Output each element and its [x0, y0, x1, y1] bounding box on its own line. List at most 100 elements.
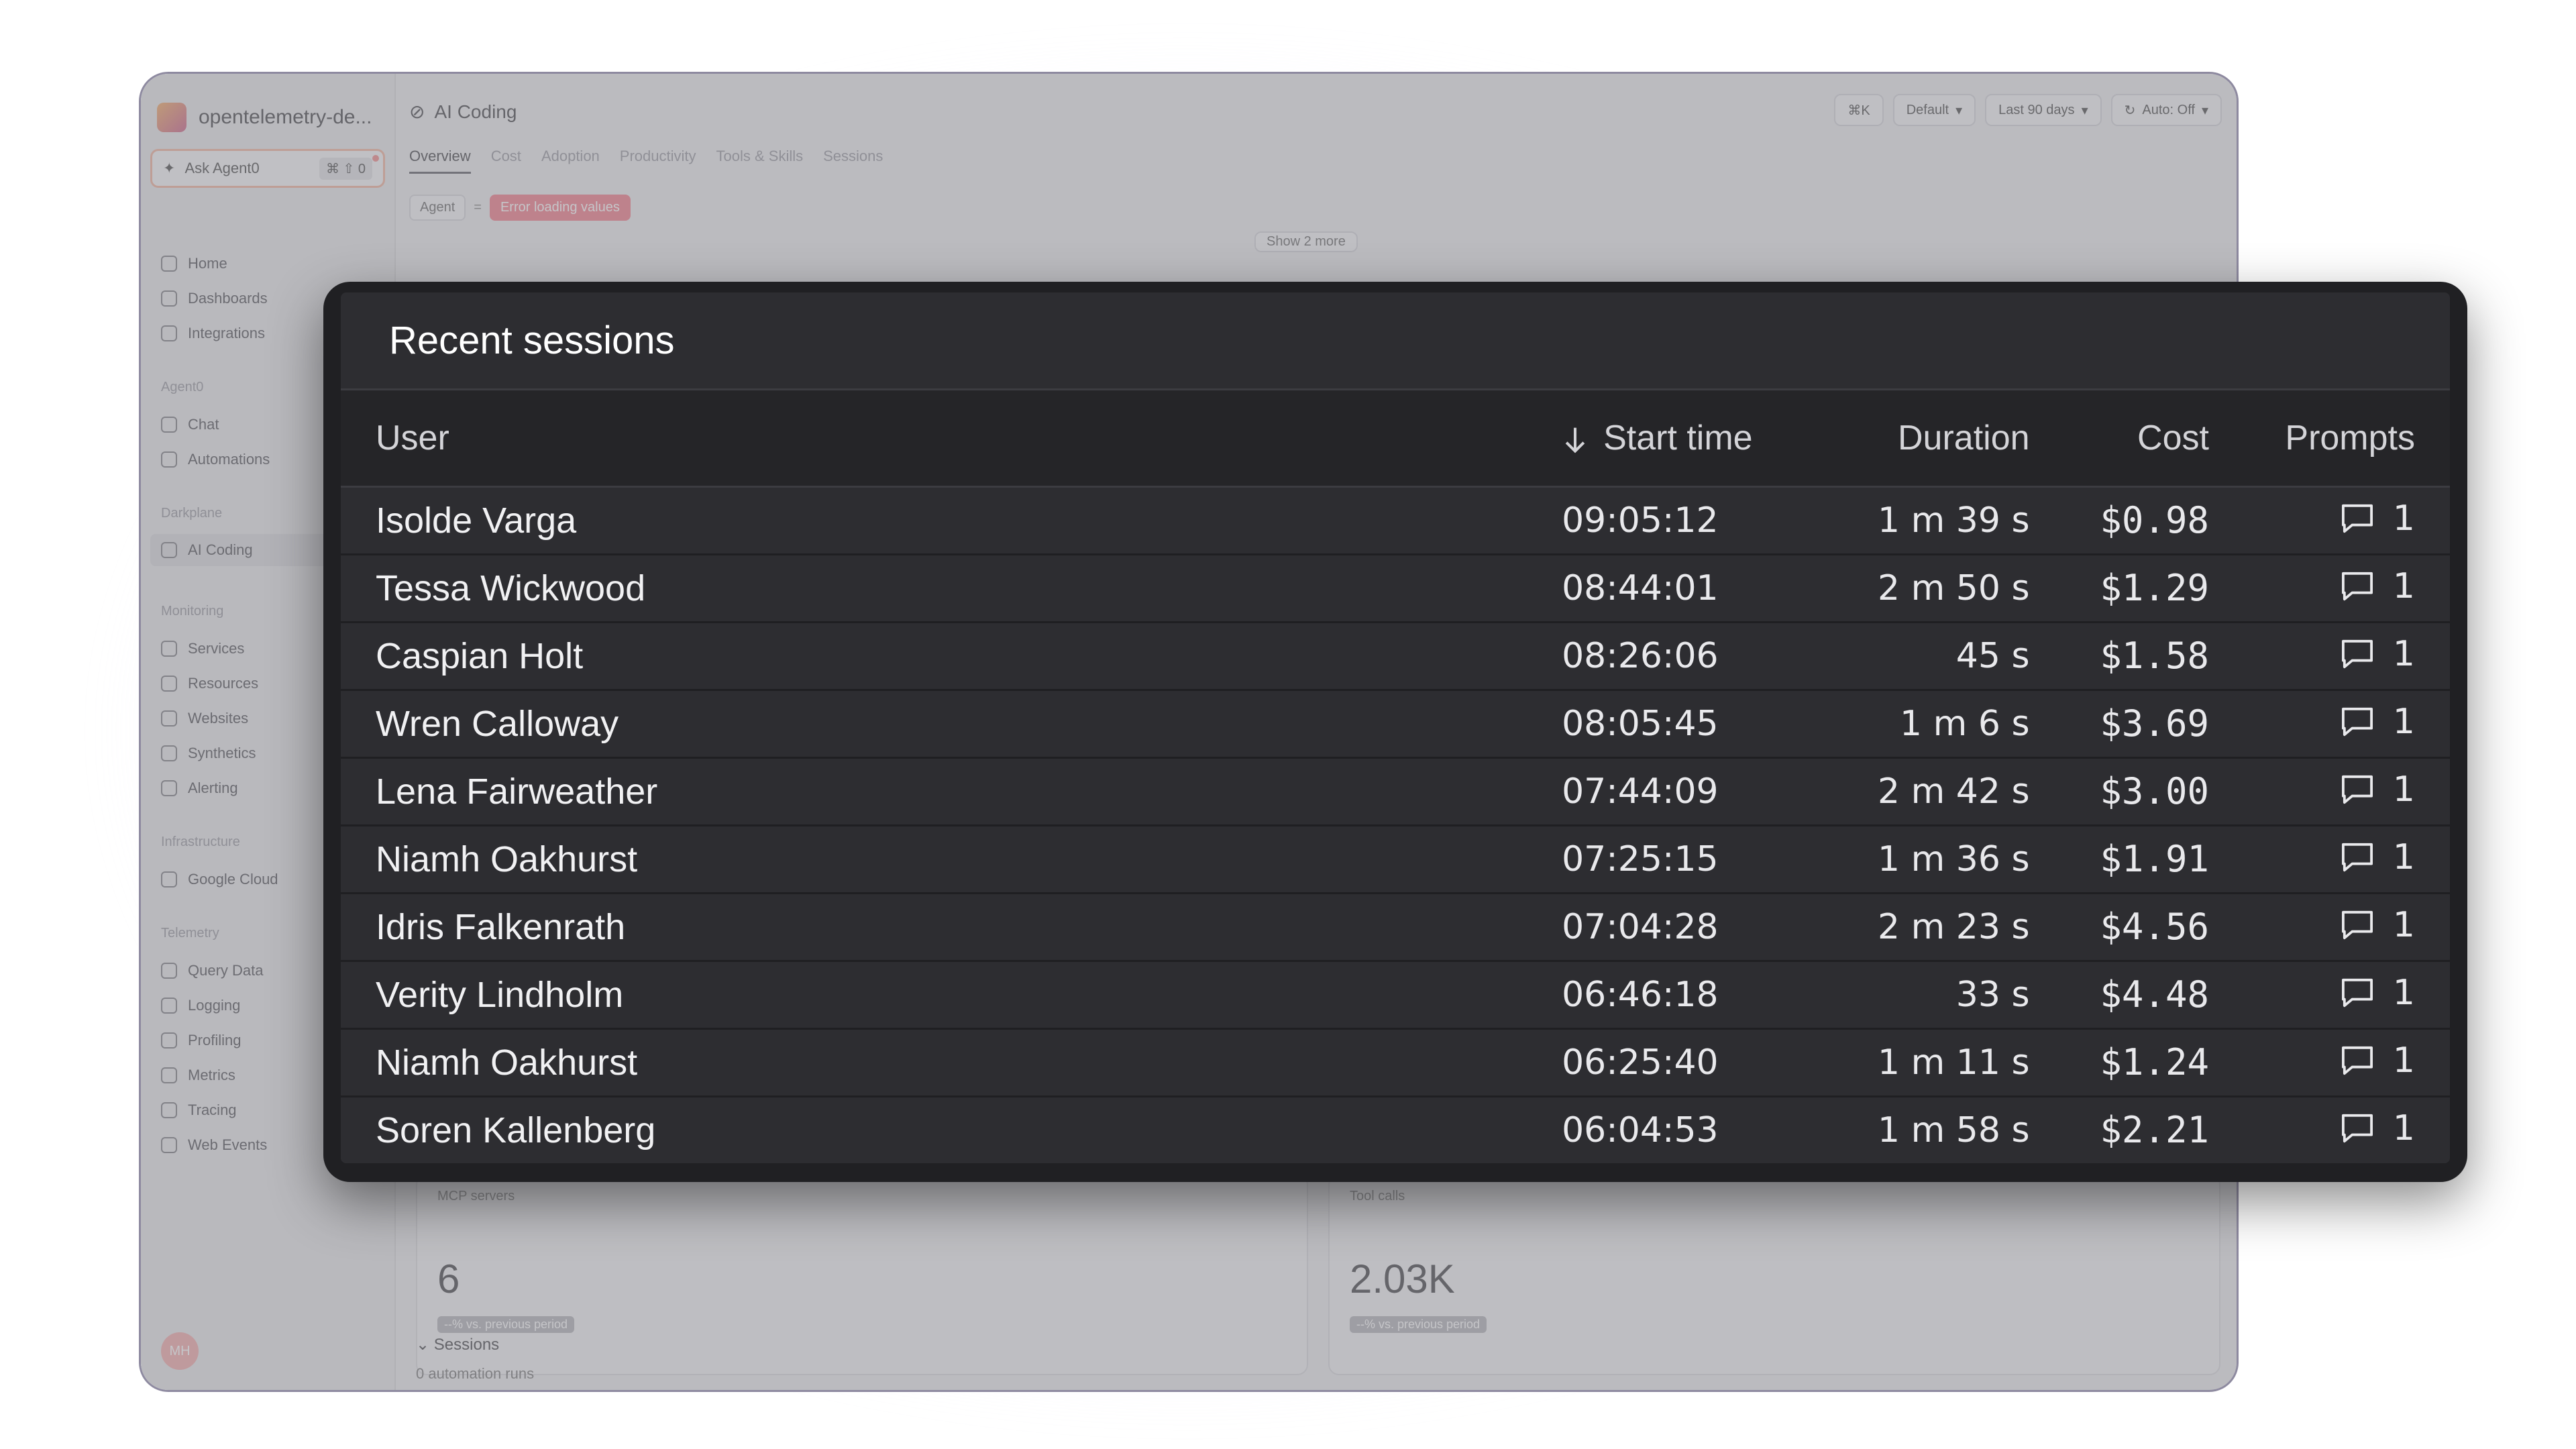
environment-select[interactable]: Default ▾	[1892, 94, 1976, 126]
table-row[interactable]: Tessa Wickwood 08:44:01 2 m 50 s $1.29 1	[341, 554, 2450, 623]
table-row[interactable]: Caspian Holt 08:26:06 45 s $1.58 1	[341, 622, 2450, 691]
sidebar-item-logging[interactable]: Logging	[161, 997, 240, 1014]
synthetics-icon	[161, 745, 177, 761]
panel-title: Recent sessions	[341, 292, 2450, 390]
cell-duration: 2 m 50 s	[1851, 554, 2065, 623]
recent-sessions-panel: Recent sessions User Start time Duration…	[341, 292, 2450, 1163]
table-row[interactable]: Verity Lindholm 06:46:18 33 s $4.48 1	[341, 961, 2450, 1030]
ask-agent-button[interactable]: ✦ Ask Agent0 ⌘ ⇧ 0	[150, 149, 385, 188]
column-header-cost[interactable]: Cost	[2064, 390, 2244, 488]
tab-tools-skills[interactable]: Tools & Skills	[716, 148, 804, 174]
tab-adoption[interactable]: Adoption	[541, 148, 600, 174]
stat-card-mcp-servers: MCP servers 6 --% vs. previous period	[416, 1174, 1308, 1375]
message-icon	[2341, 572, 2373, 600]
resources-icon	[161, 676, 177, 692]
section-agent0: Agent0	[161, 380, 204, 394]
cell-prompts: 1	[2243, 690, 2450, 759]
cell-cost: $0.98	[2064, 486, 2244, 555]
table-row[interactable]: Lena Fairweather 07:44:09 2 m 42 s $3.00…	[341, 757, 2450, 826]
sort-descending-icon	[1565, 427, 1585, 453]
tab-overview[interactable]: Overview	[409, 148, 471, 174]
column-header-prompts[interactable]: Prompts	[2243, 390, 2450, 488]
cell-start-time: 07:44:09	[1562, 757, 1852, 826]
prompt-count: 1	[2392, 972, 2415, 1013]
sidebar-item-integrations[interactable]: Integrations	[161, 325, 265, 342]
cell-user: Wren Calloway	[341, 690, 1562, 759]
sidebar-item-services[interactable]: Services	[161, 640, 244, 657]
table-row[interactable]: Soren Kallenberg 06:04:53 1 m 58 s $2.21…	[341, 1096, 2450, 1163]
tab-cost[interactable]: Cost	[491, 148, 521, 174]
section-telemetry: Telemetry	[161, 926, 219, 941]
cell-duration: 1 m 58 s	[1851, 1096, 2065, 1163]
filter-field[interactable]: Agent	[409, 195, 466, 221]
cell-prompts: 1	[2243, 1028, 2450, 1097]
message-icon	[2341, 504, 2373, 533]
message-icon	[2341, 978, 2373, 1007]
org-switcher[interactable]: opentelemetry-de...	[157, 94, 372, 141]
time-range-select[interactable]: Last 90 days ▾	[1985, 94, 2102, 126]
cell-cost: $4.56	[2064, 893, 2244, 962]
sidebar-item-chat[interactable]: Chat	[161, 416, 219, 433]
sidebar-item-profiling[interactable]: Profiling	[161, 1032, 241, 1049]
breadcrumb: ⊘ AI Coding	[409, 101, 517, 123]
sidebar-item-home[interactable]: Home	[161, 255, 227, 272]
bolt-icon	[161, 451, 177, 468]
sidebar-item-alerting[interactable]: Alerting	[161, 780, 238, 797]
sidebar-item-resources[interactable]: Resources	[161, 675, 258, 692]
sidebar-item-synthetics[interactable]: Synthetics	[161, 745, 256, 762]
column-header-user[interactable]: User	[341, 390, 1562, 488]
chevron-down-icon: ⌄	[416, 1336, 434, 1354]
table-row[interactable]: Niamh Oakhurst 06:25:40 1 m 11 s $1.24 1	[341, 1028, 2450, 1097]
header-controls: ⌘K Default ▾ Last 90 days ▾ ↻ Auto: Off ▾	[1834, 94, 2222, 126]
cell-start-time: 09:05:12	[1562, 486, 1852, 555]
sidebar-item-web-events[interactable]: Web Events	[161, 1136, 267, 1154]
table-row[interactable]: Idris Falkenrath 07:04:28 2 m 23 s $4.56…	[341, 893, 2450, 962]
cell-user: Niamh Oakhurst	[341, 825, 1562, 894]
cell-start-time: 08:26:06	[1562, 622, 1852, 691]
sidebar-item-google-cloud[interactable]: Google Cloud	[161, 871, 278, 888]
tab-sessions[interactable]: Sessions	[823, 148, 883, 174]
automation-runs-status: 0 automation runs	[416, 1365, 535, 1382]
org-logo-icon	[157, 103, 186, 132]
cell-cost: $1.58	[2064, 622, 2244, 691]
avatar[interactable]: MH	[161, 1332, 199, 1370]
cell-start-time: 06:04:53	[1562, 1096, 1852, 1163]
sidebar-item-query-data[interactable]: Query Data	[161, 962, 264, 979]
column-header-start-time[interactable]: Start time	[1562, 390, 1852, 488]
trace-icon	[161, 1102, 177, 1118]
cell-cost: $2.21	[2064, 1096, 2244, 1163]
notification-dot	[372, 155, 379, 162]
tab-productivity[interactable]: Productivity	[620, 148, 696, 174]
cell-user: Soren Kallenberg	[341, 1096, 1562, 1163]
cell-prompts: 1	[2243, 486, 2450, 555]
stat-value: 2.03K	[1350, 1256, 1455, 1301]
show-more-button[interactable]: Show 2 more	[1254, 231, 1358, 252]
cell-duration: 2 m 23 s	[1851, 893, 2065, 962]
cell-prompts: 1	[2243, 825, 2450, 894]
chevron-down-icon: ▾	[1955, 103, 1963, 118]
sidebar-item-websites[interactable]: Websites	[161, 710, 248, 727]
sidebar-item-dashboards[interactable]: Dashboards	[161, 290, 268, 307]
prompt-count: 1	[2392, 1040, 2415, 1081]
auto-refresh-select[interactable]: ↻ Auto: Off ▾	[2110, 94, 2222, 126]
table-header-row: User Start time Duration Cost Prompts	[341, 390, 2450, 488]
table-row[interactable]: Niamh Oakhurst 07:25:15 1 m 36 s $1.91 1	[341, 825, 2450, 894]
cell-cost: $4.48	[2064, 961, 2244, 1030]
section-monitoring: Monitoring	[161, 604, 224, 619]
plug-icon	[161, 325, 177, 341]
table-row[interactable]: Wren Calloway 08:05:45 1 m 6 s $3.69 1	[341, 690, 2450, 759]
profiling-icon	[161, 1032, 177, 1049]
column-header-duration[interactable]: Duration	[1851, 390, 2065, 488]
ask-agent-label: Ask Agent0	[184, 160, 260, 176]
sidebar-item-metrics[interactable]: Metrics	[161, 1067, 235, 1084]
command-palette-button[interactable]: ⌘K	[1834, 94, 1884, 126]
sidebar-item-automations[interactable]: Automations	[161, 451, 270, 468]
cell-user: Caspian Holt	[341, 622, 1562, 691]
recent-sessions-modal: Recent sessions User Start time Duration…	[323, 282, 2467, 1182]
prompt-count: 1	[2392, 904, 2415, 945]
cell-prompts: 1	[2243, 893, 2450, 962]
table-row[interactable]: Isolde Varga 09:05:12 1 m 39 s $0.98 1	[341, 486, 2450, 555]
sidebar-item-tracing[interactable]: Tracing	[161, 1102, 237, 1119]
prompt-count: 1	[2392, 1108, 2415, 1148]
sessions-section-header[interactable]: ⌄ Sessions	[416, 1335, 499, 1354]
